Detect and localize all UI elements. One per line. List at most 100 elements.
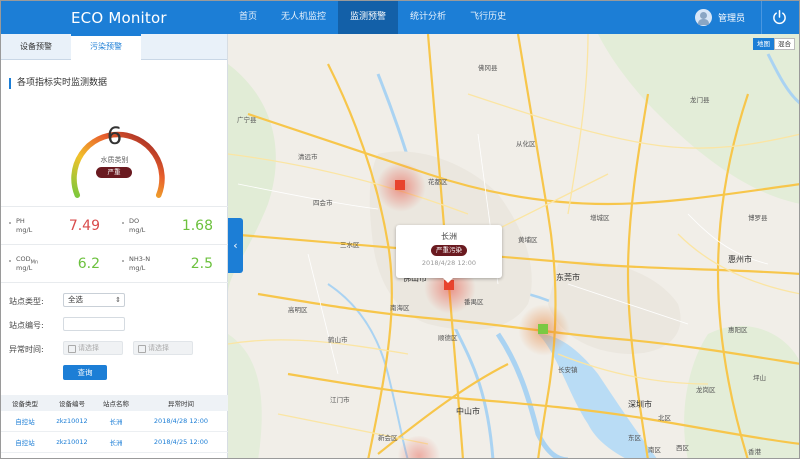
place-label: 从化区 [516, 140, 536, 148]
tab-device-alert[interactable]: 设备预警 [1, 34, 71, 60]
sidebar-tabs: 设备预警 污染预警 [1, 34, 227, 60]
top-header: ECO Monitor 首页 无人机监控 监测预警 统计分析 飞行历史 管理员 [1, 1, 799, 34]
col-abnormal-time: 异常时间 [168, 400, 194, 408]
metric-unit: mg/L [16, 226, 33, 234]
col-station-name: 站点名称 [103, 400, 129, 408]
place-label: 龙岗区 [696, 386, 716, 394]
tab-pollution-alert[interactable]: 污染预警 [71, 34, 141, 60]
station-type-label: 站点类型: [9, 297, 44, 306]
metric-name: DO [129, 217, 140, 225]
abnormal-time-label: 异常时间: [9, 345, 44, 354]
power-icon[interactable] [771, 9, 788, 26]
place-label: 南区 [648, 446, 661, 454]
map-view[interactable]: 广宁县 清远市 佛冈县 从化区 龙门县 四会市 花都区 增城区 博罗县 惠州市 … [228, 34, 799, 458]
start-date-picker[interactable]: 请选择 [63, 341, 123, 355]
cell-station-name[interactable]: 长洲 [95, 437, 137, 447]
table-row[interactable]: 自控站 zkz10012 长洲 2018/4/25 12:00 [1, 432, 228, 453]
place-label: 龙门县 [690, 96, 710, 104]
metric-ph: PH mg/L 7.49 [1, 207, 114, 244]
bullet [122, 260, 124, 262]
place-label: 坪山 [753, 374, 766, 382]
place-label: 番禺区 [464, 298, 484, 306]
place-label: 顺德区 [438, 334, 458, 342]
cell-station-name[interactable]: 长洲 [95, 416, 137, 426]
nav-drone-monitor[interactable]: 无人机监控 [269, 1, 338, 34]
place-label: 南海区 [390, 304, 410, 312]
brand-title: ECO Monitor [71, 9, 167, 27]
collapse-sidebar-button[interactable]: ‹ [228, 218, 243, 273]
metric-nh3n: NH3-N mg/L 2.5 [114, 245, 227, 282]
metric-do: DO mg/L 1.68 [114, 207, 227, 244]
hybrid-type-toggle[interactable]: 混合 [774, 38, 795, 50]
query-button[interactable]: 查询 [63, 365, 107, 380]
popup-time: 2018/4/28 12:00 [421, 259, 477, 267]
bullet [9, 222, 11, 224]
header-divider [761, 1, 762, 34]
place-label: 广宁县 [237, 116, 257, 124]
severity-badge: 严重 [96, 167, 132, 178]
place-label: 博罗县 [748, 214, 768, 222]
station-type-select[interactable]: 全选 [63, 293, 125, 307]
metric-unit: mg/L [129, 264, 146, 272]
station-code-input[interactable] [63, 317, 125, 331]
alert-table: 设备类型 设备编号 站点名称 异常时间 自控站 zkz10012 长洲 2018… [1, 395, 228, 453]
place-label: 中山市 [456, 407, 480, 416]
metric-name: NH3-N [129, 255, 151, 263]
nav-statistics[interactable]: 统计分析 [398, 1, 458, 34]
place-label: 香港 [748, 448, 761, 456]
metric-value: 1.68 [181, 218, 213, 234]
nav-flight-history[interactable]: 飞行历史 [458, 1, 518, 34]
place-label: 清远市 [298, 153, 318, 161]
section-title: 各项指标实时监测数据 [9, 78, 107, 89]
place-label: 惠州市 [728, 255, 752, 264]
place-label: 北区 [658, 414, 671, 422]
map-type-toggle[interactable]: 地图 [753, 38, 774, 50]
place-label: 东莞市 [556, 273, 580, 282]
place-label: 增城区 [590, 214, 610, 222]
cell-device-code[interactable]: zkz10012 [49, 438, 95, 446]
place-label: 深圳市 [628, 400, 652, 409]
metric-unit: mg/L [129, 226, 146, 234]
metric-name-main: COD [16, 255, 31, 263]
col-device-code: 设备编号 [59, 400, 85, 408]
end-date-picker[interactable]: 请选择 [133, 341, 193, 355]
user-menu[interactable]: 管理员 [695, 9, 745, 26]
place-label: 高明区 [288, 306, 308, 314]
table-header: 设备类型 设备编号 站点名称 异常时间 [1, 395, 228, 411]
place-label: 花都区 [428, 178, 448, 186]
metric-unit: mg/L [16, 264, 33, 272]
pollution-marker-normal[interactable] [538, 324, 548, 334]
place-label: 黄埔区 [518, 236, 538, 244]
table-row[interactable]: 自控站 zkz10012 长洲 2018/4/28 12:00 [1, 411, 228, 432]
main-nav: 首页 无人机监控 监测预警 统计分析 飞行历史 [227, 1, 518, 34]
cell-abnormal-time: 2018/4/25 12:00 [153, 438, 209, 446]
cell-device-code[interactable]: zkz10012 [49, 417, 95, 425]
nav-home[interactable]: 首页 [227, 1, 269, 34]
place-label: 新会区 [378, 434, 398, 442]
metric-row: CODMn mg/L 6.2 NH3-N mg/L 2.5 [1, 244, 228, 282]
cell-device-type[interactable]: 自控站 [1, 437, 49, 447]
place-label: 东区 [628, 434, 641, 442]
place-label: 西区 [676, 444, 689, 452]
station-code-label: 站点编号: [9, 321, 44, 330]
pollution-marker-severe[interactable] [395, 180, 405, 190]
map-base [228, 34, 799, 458]
cell-device-type[interactable]: 自控站 [1, 416, 49, 426]
user-avatar-icon [695, 9, 712, 26]
user-name: 管理员 [718, 14, 746, 24]
metric-value: 6.2 [77, 256, 100, 272]
metrics-grid: PH mg/L 7.49 DO mg/L 1.68 CODMn mg/L 6.2… [1, 206, 228, 282]
popup-title: 长洲 [441, 232, 457, 241]
metric-value: 7.49 [68, 218, 100, 234]
bullet [122, 222, 124, 224]
metric-row: PH mg/L 7.49 DO mg/L 1.68 [1, 206, 228, 244]
gauge-value: 6 [106, 122, 123, 150]
metric-value: 2.5 [190, 256, 213, 272]
gauge-label: 水质类别 [100, 156, 129, 164]
station-popup: 长洲 严重污染 2018/4/28 12:00 [396, 225, 502, 283]
bullet [9, 260, 11, 262]
popup-badge: 严重污染 [431, 245, 467, 256]
cell-abnormal-time: 2018/4/28 12:00 [153, 417, 209, 425]
place-label: 鹤山市 [328, 336, 348, 344]
nav-monitoring-alert[interactable]: 监测预警 [338, 1, 399, 34]
